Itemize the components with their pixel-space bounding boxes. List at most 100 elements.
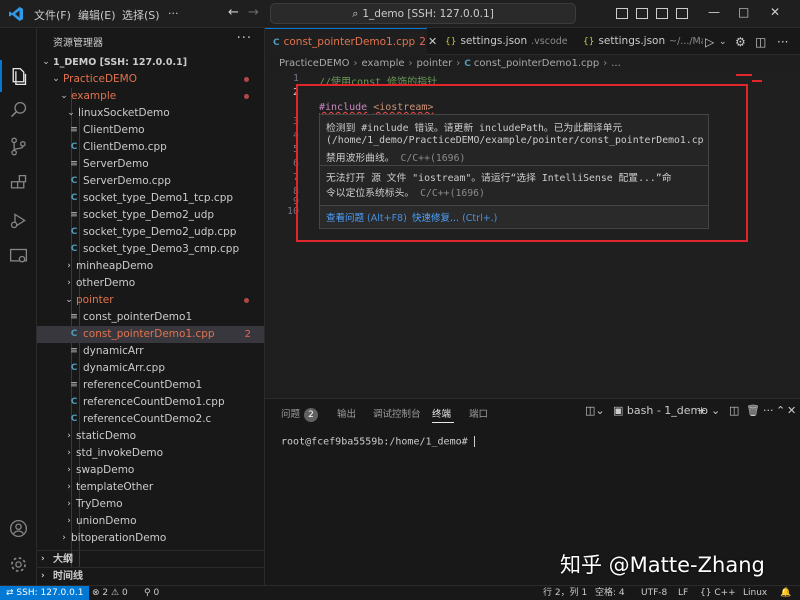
split-editor-icon[interactable]: ◫ xyxy=(755,35,766,49)
minimize-icon[interactable]: — xyxy=(708,5,720,19)
chevron-down-icon[interactable]: ⌄ xyxy=(711,404,720,417)
tree-file[interactable]: C dynamicArr.cpp xyxy=(37,360,264,377)
tab-debug-console[interactable]: 调试控制台 xyxy=(373,406,421,420)
tree-folder[interactable]: ⌄ linuxSocketDemo xyxy=(37,105,264,122)
source-control-icon[interactable] xyxy=(8,136,29,157)
close-panel-icon[interactable]: ✕ xyxy=(787,404,796,417)
tab-output[interactable]: 输出 xyxy=(337,406,356,420)
tree-file[interactable]: C referenceCountDemo1.cpp xyxy=(37,394,264,411)
toggle-secondary-sidebar-icon[interactable] xyxy=(656,8,668,19)
error-hover-popup[interactable]: 检测到 #include 错误。请更新 includePath。已为此翻译单元 … xyxy=(319,114,709,229)
breadcrumb-item[interactable]: example xyxy=(361,58,404,69)
language-label: C++ xyxy=(714,588,736,598)
problems-status[interactable]: ⊗ 2 ⚠ 0 xyxy=(92,586,128,600)
more-actions-icon[interactable]: ··· xyxy=(777,35,788,49)
maximize-icon[interactable]: □ xyxy=(738,5,749,19)
breadcrumb-item[interactable]: PracticeDEMO xyxy=(279,58,349,69)
account-icon[interactable] xyxy=(8,518,29,539)
tree-file[interactable]: C socket_type_Demo1_tcp.cpp xyxy=(37,190,264,207)
terminal-instance[interactable]: ▣ bash - 1_demo xyxy=(613,404,708,417)
tree-label: ClientDemo xyxy=(83,124,145,136)
back-arrow-icon[interactable]: ← xyxy=(228,5,239,20)
indentation[interactable]: 空格: 4 xyxy=(595,586,625,600)
tree-file[interactable]: ≡ const_pointerDemo1 xyxy=(37,309,264,326)
forward-arrow-icon[interactable]: → xyxy=(248,5,259,20)
timeline-section-header[interactable]: › 时间线 xyxy=(37,567,264,584)
tab-settings-vscode[interactable]: {} settings.json .vscode xyxy=(437,28,575,55)
tree-folder[interactable]: › otherDemo xyxy=(37,275,264,292)
menu-edit[interactable]: 编辑(E) xyxy=(78,7,116,23)
explorer-sidebar: 资源管理器 ··· ⌄ 1_DEMO [SSH: 127.0.0.1] ⌄ Pr… xyxy=(37,28,265,585)
customize-layout-icon[interactable] xyxy=(676,8,688,19)
gear-icon[interactable] xyxy=(8,554,29,575)
tab-ports[interactable]: 端口 xyxy=(469,406,488,420)
tree-file[interactable]: ≡ dynamicArr xyxy=(37,343,264,360)
remote-explorer-icon[interactable] xyxy=(8,246,29,267)
view-problem-link[interactable]: 查看问题 (Alt+F8) xyxy=(326,210,407,224)
maximize-panel-icon[interactable]: ⌃ xyxy=(776,404,785,417)
more-actions-icon[interactable]: ··· xyxy=(763,404,774,417)
tree-file[interactable]: C ServerDemo.cpp xyxy=(37,173,264,190)
tree-file[interactable]: ≡ ServerDemo xyxy=(37,156,264,173)
tree-folder[interactable]: › templateOther xyxy=(37,479,264,496)
tree-folder[interactable]: › staticDemo xyxy=(37,428,264,445)
cursor-position[interactable]: 行 2，列 1 xyxy=(543,586,587,600)
run-debug-icon[interactable] xyxy=(8,210,29,231)
more-actions-icon[interactable]: ··· xyxy=(237,31,252,46)
tree-folder[interactable]: ⌄ example xyxy=(37,88,264,105)
line-ending[interactable]: LF xyxy=(678,586,688,600)
run-icon[interactable]: ▷ xyxy=(705,35,714,49)
tree-file[interactable]: ≡ referenceCountDemo1 xyxy=(37,377,264,394)
tree-folder[interactable]: › std_invokeDemo xyxy=(37,445,264,462)
menu-more[interactable]: ··· xyxy=(168,7,179,20)
split-terminal-icon[interactable]: ◫⌄ xyxy=(585,404,605,417)
tree-folder[interactable]: › unionDemo xyxy=(37,513,264,530)
platform[interactable]: Linux xyxy=(743,586,767,600)
tree-folder[interactable]: › TryDemo xyxy=(37,496,264,513)
ports-status[interactable]: ⚲ 0 xyxy=(144,586,159,600)
toggle-sidebar-icon[interactable] xyxy=(616,8,628,19)
tree-file[interactable]: C ClientDemo.cpp xyxy=(37,139,264,156)
outline-section-header[interactable]: › 大纲 xyxy=(37,550,264,567)
tree-file[interactable]: C socket_type_Demo2_udp.cpp xyxy=(37,224,264,241)
command-center-search[interactable]: ⌕ 1_demo [SSH: 127.0.0.1] xyxy=(270,3,576,24)
extensions-icon[interactable] xyxy=(8,173,29,194)
tree-folder[interactable]: › minheapDemo xyxy=(37,258,264,275)
breadcrumb-item[interactable]: pointer xyxy=(417,58,453,69)
new-terminal-icon[interactable]: + xyxy=(697,404,706,417)
menu-file[interactable]: 文件(F) xyxy=(34,7,71,23)
tree-folder[interactable]: ⌄ pointer xyxy=(37,292,264,309)
tab-const-pointer-demo[interactable]: Cconst_pointerDemo1.cpp 2 xyxy=(265,28,427,55)
search-icon[interactable] xyxy=(8,100,29,121)
tree-folder[interactable]: ⌄ PracticeDEMO xyxy=(37,71,264,88)
terminal-output[interactable]: root@fcef9ba5559b:/home/1_demo# xyxy=(281,436,475,448)
tree-root[interactable]: ⌄ 1_DEMO [SSH: 127.0.0.1] xyxy=(37,54,264,71)
quick-fix-link[interactable]: 快速修复... (Ctrl+.) xyxy=(412,210,497,224)
tree-file-selected[interactable]: C const_pointerDemo1.cpp 2 xyxy=(37,326,264,343)
tab-problems[interactable]: 问题 2 xyxy=(281,406,319,422)
chevron-down-icon[interactable]: ⌄ xyxy=(719,37,727,47)
tree-file[interactable]: ≡ ClientDemo xyxy=(37,122,264,139)
close-window-icon[interactable]: ✕ xyxy=(770,5,780,19)
tree-folder[interactable]: › bitoperationDemo xyxy=(37,530,264,547)
gear-icon[interactable]: ⚙ xyxy=(735,35,746,49)
breadcrumb-item[interactable]: const_pointerDemo1.cpp xyxy=(474,58,599,69)
explorer-icon[interactable] xyxy=(8,66,29,87)
split-icon[interactable]: ◫ xyxy=(729,404,739,417)
menu-selection[interactable]: 选择(S) xyxy=(122,7,160,23)
toggle-panel-icon[interactable] xyxy=(636,8,648,19)
notifications-bell-icon[interactable]: 🔔 xyxy=(780,586,791,600)
tab-settings-machine[interactable]: {}settings.json~/.../Mach xyxy=(575,28,703,55)
tree-file[interactable]: ≡ socket_type_Demo2_udp xyxy=(37,207,264,224)
code-editor[interactable]: 1 2 3 4 5 6 7 8 9 10 //使用const 修饰的指针 #in… xyxy=(265,72,800,390)
tab-terminal[interactable]: 终端 xyxy=(432,406,451,420)
trash-icon[interactable]: 🗑 xyxy=(746,404,760,417)
breadcrumb-item[interactable]: ... xyxy=(611,58,621,69)
tree-folder[interactable]: › swapDemo xyxy=(37,462,264,479)
remote-indicator[interactable]: ⇄ SSH: 127.0.0.1 xyxy=(0,586,90,600)
tree-file[interactable]: C referenceCountDemo2.c xyxy=(37,411,264,428)
language-mode[interactable]: {} C++ xyxy=(700,586,736,600)
encoding[interactable]: UTF-8 xyxy=(641,586,667,600)
close-tab-icon[interactable]: ✕ xyxy=(428,35,437,48)
tree-file[interactable]: C socket_type_Demo3_cmp.cpp xyxy=(37,241,264,258)
